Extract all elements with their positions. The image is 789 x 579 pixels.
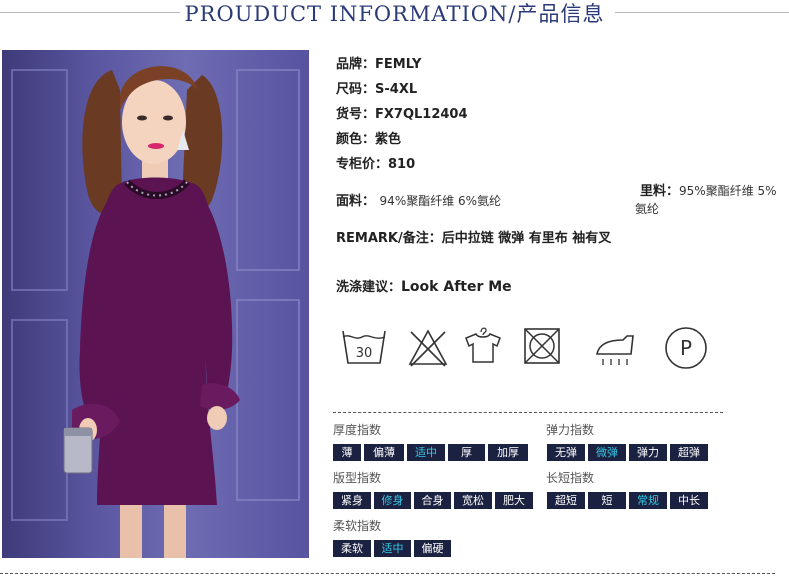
brand-line: 品牌：FEMLY: [336, 53, 421, 72]
iron-steam-icon: [593, 330, 637, 372]
lining-line-2: 氨纶: [635, 200, 659, 217]
hang-dry-icon: [462, 324, 504, 370]
size-value: S-4XL: [375, 82, 418, 97]
softness-option-selected: 适中: [374, 540, 411, 557]
fit-title: 版型指数: [333, 471, 382, 485]
size-label: 尺码：: [336, 82, 376, 97]
brand-label: 品牌：: [336, 57, 376, 72]
fit-options: 紧身 修身 合身 宽松 肥大: [333, 492, 533, 509]
lining-label: 里料：: [640, 184, 680, 199]
svg-text:P: P: [680, 336, 692, 360]
length-option: 超短: [547, 492, 585, 509]
remark-value: 后中拉链 微弹 有里布 袖有叉: [441, 231, 612, 246]
fabric-label: 面料：: [336, 194, 376, 209]
lining-value-1: 95%聚酯纤维 5%: [679, 184, 777, 198]
color-line: 颜色：紫色: [336, 128, 401, 147]
lining-line: 里料：95%聚酯纤维 5%: [640, 180, 777, 199]
fit-option-selected: 修身: [374, 492, 411, 509]
elasticity-title: 弹力指数: [546, 423, 595, 437]
size-line: 尺码：S-4XL: [336, 78, 417, 97]
wash-value: Look After Me: [401, 279, 512, 295]
length-options: 超短 短 常规 中长: [547, 492, 708, 509]
length-option: 短: [588, 492, 626, 509]
thickness-option-selected: 适中: [407, 444, 445, 461]
no-tumble-dry-icon: [522, 326, 562, 370]
remark-line: REMARK/备注：后中拉链 微弹 有里布 袖有叉: [336, 227, 611, 246]
remark-label: REMARK/备注：: [336, 231, 442, 246]
bottom-divider: [0, 573, 775, 574]
fabric-value: 94%聚酯纤维 6%氨纶: [379, 194, 502, 208]
price-line: 专柜价：810: [336, 153, 415, 172]
length-title: 长短指数: [546, 471, 595, 485]
softness-option: 偏硬: [414, 540, 451, 557]
fit-option: 紧身: [333, 492, 371, 509]
no-bleach-icon: [407, 328, 449, 372]
svg-text:30: 30: [356, 346, 373, 361]
sku-label: 货号：: [336, 107, 376, 122]
product-photo: [2, 50, 309, 558]
price-value: 810: [388, 157, 416, 172]
price-label: 专柜价：: [336, 157, 389, 172]
softness-options: 柔软 适中 偏硬: [333, 540, 451, 557]
length-option: 中长: [670, 492, 708, 509]
thickness-option: 厚: [448, 444, 485, 461]
wash-line: 洗涤建议：Look After Me: [336, 276, 512, 295]
thickness-title: 厚度指数: [333, 423, 382, 437]
model-illustration: [11, 66, 300, 558]
section-title: PROUDUCT INFORMATION/产品信息: [184, 2, 605, 26]
softness-option: 柔软: [333, 540, 371, 557]
fit-option: 宽松: [454, 492, 492, 509]
elasticity-option: 弹力: [629, 444, 667, 461]
fit-option: 肥大: [495, 492, 533, 509]
thickness-option: 薄: [333, 444, 361, 461]
fabric-line: 面料： 94%聚酯纤维 6%氨纶: [336, 190, 501, 209]
color-value: 紫色: [375, 132, 402, 147]
lining-value-2: 氨纶: [635, 202, 660, 216]
color-label: 颜色：: [336, 132, 376, 147]
thickness-option: 偏薄: [364, 444, 404, 461]
fit-option: 合身: [414, 492, 451, 509]
wash-30-icon: 30: [340, 325, 388, 373]
dry-clean-p-icon: P: [664, 326, 708, 374]
softness-title: 柔软指数: [333, 519, 382, 533]
sku-line: 货号：FX7QL12404: [336, 103, 468, 122]
elasticity-options: 无弹 微弹 弹力 超弹: [547, 444, 708, 461]
sku-value: FX7QL12404: [375, 107, 468, 122]
elasticity-option-selected: 微弹: [588, 444, 626, 461]
elasticity-option: 超弹: [670, 444, 708, 461]
length-option-selected: 常规: [629, 492, 667, 509]
thickness-options: 薄 偏薄 适中 厚 加厚: [333, 444, 528, 461]
elasticity-option: 无弹: [547, 444, 585, 461]
wash-label: 洗涤建议：: [336, 280, 402, 295]
brand-value: FEMLY: [375, 57, 422, 72]
index-divider: [333, 412, 723, 413]
thickness-option: 加厚: [488, 444, 528, 461]
